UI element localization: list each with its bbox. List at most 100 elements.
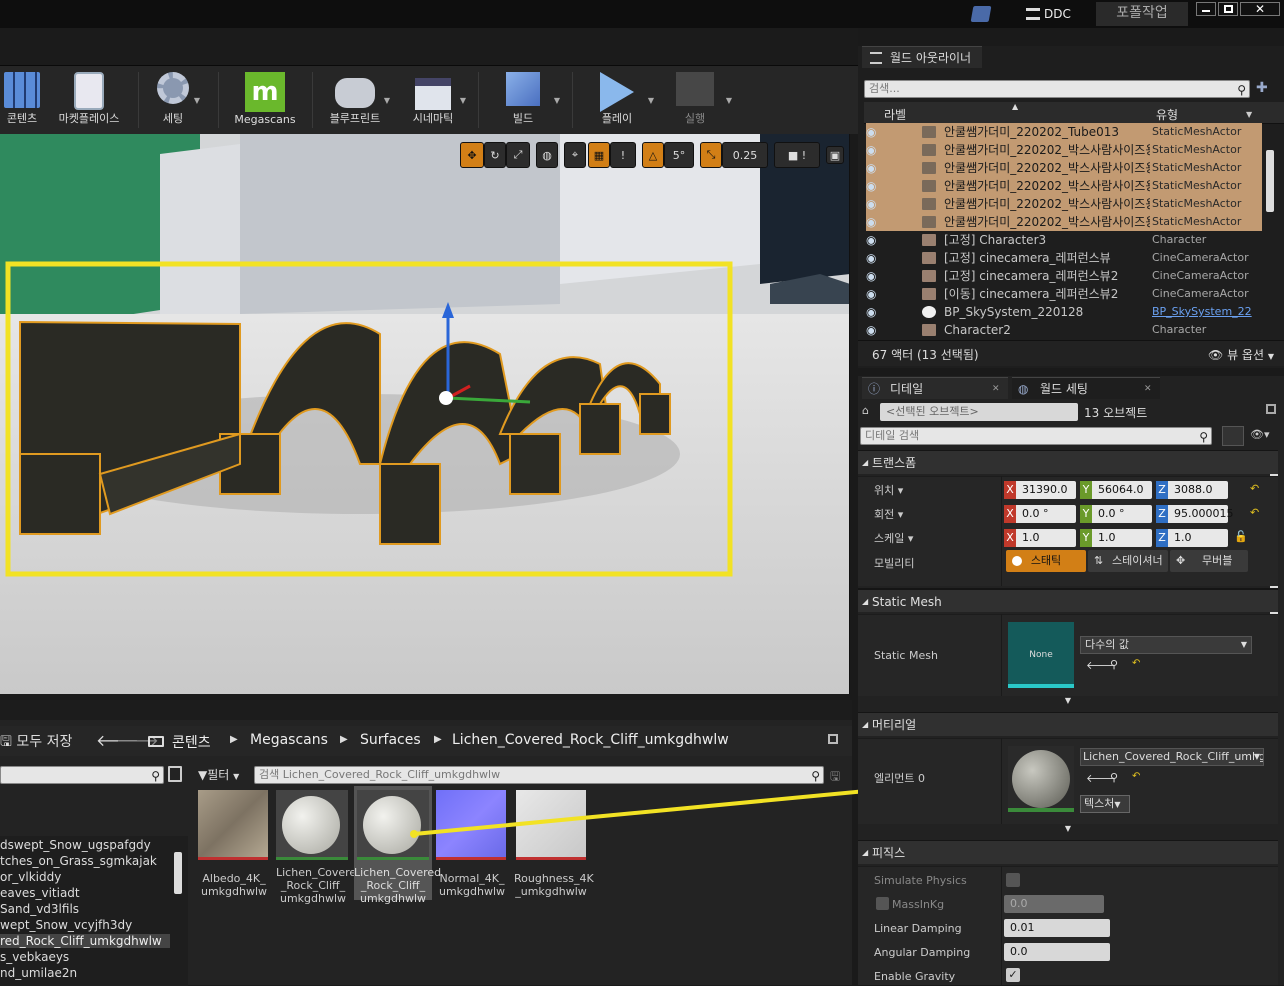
material-dropdown[interactable]: Lichen_Covered_Rock_Cliff_umkg ▼	[1080, 748, 1264, 766]
filter-button[interactable]: ▼필터 ▼	[198, 766, 239, 783]
tab-world-outliner[interactable]: 월드 아웃라이너	[862, 46, 982, 68]
toolbar-play-button[interactable]: 플레이 ▼	[582, 70, 654, 130]
outliner-row[interactable]: ◉ 안쿨쌤가더미_220202_박스사람사이즈용 StaticMeshActor	[866, 195, 1262, 213]
lock-scale-icon[interactable]: 🔓	[1234, 530, 1248, 543]
location-z-input[interactable]: Z 3088.0	[1156, 481, 1228, 499]
outliner-row[interactable]: ◉ [고정] Character3 Character	[866, 231, 1262, 249]
static-mesh-thumbnail[interactable]: None	[1008, 622, 1074, 688]
close-tab-icon[interactable]: ✕	[1144, 378, 1152, 400]
outliner-row[interactable]: ◉ [고정] cinecamera_레퍼런스뷰 CineCameraActor	[866, 249, 1262, 267]
toolbar-blueprint-button[interactable]: 블루프린트 ▼	[322, 70, 390, 130]
rotation-y-input[interactable]: Y 0.0 °	[1080, 505, 1152, 523]
rotation-snap-value[interactable]: 5°	[664, 142, 694, 168]
asset-tile[interactable]: Albedo_4K_ umkgdhwlw	[198, 790, 270, 900]
chevron-down-icon[interactable]: ▼	[194, 96, 200, 105]
folder-scrollbar[interactable]	[174, 852, 182, 894]
location-x-input[interactable]: X 31390.0	[1004, 481, 1076, 499]
chevron-down-icon[interactable]: ▼	[1246, 110, 1252, 119]
column-type-header[interactable]: 유형	[1156, 106, 1178, 123]
breadcrumb-item[interactable]: 콘텐츠	[172, 732, 211, 752]
mobility-static-button[interactable]: 스태틱	[1006, 550, 1086, 572]
browse-icon[interactable]: ⚲	[1110, 771, 1118, 784]
grid-snap-button[interactable]: ▦	[588, 142, 610, 168]
breadcrumb-item[interactable]: Surfaces	[360, 732, 421, 748]
visibility-eye-icon[interactable]: ◉	[866, 267, 880, 285]
visibility-eye-icon[interactable]: ◉	[866, 195, 880, 213]
simulate-physics-checkbox[interactable]	[1006, 873, 1020, 887]
chevron-down-icon[interactable]: ▼	[460, 96, 466, 105]
visibility-eye-icon[interactable]: ◉	[866, 123, 880, 141]
rotation-snap-button[interactable]: △	[642, 142, 664, 168]
breadcrumb-item[interactable]: Megascans	[250, 732, 328, 748]
enable-gravity-checkbox[interactable]: ✓	[1006, 968, 1020, 982]
visibility-eye-icon[interactable]: ◉	[866, 177, 880, 195]
world-local-button[interactable]: ◍	[536, 142, 558, 168]
visibility-eye-icon[interactable]: ◉	[866, 285, 880, 303]
grid-size-button[interactable]: !	[610, 142, 636, 168]
visibility-eye-icon[interactable]: ◉	[866, 303, 880, 321]
folder-item[interactable]: dswept_Snow_ugspafgdy	[0, 838, 151, 852]
chevron-down-icon[interactable]: ▼	[648, 96, 654, 105]
lock-icon[interactable]	[1266, 404, 1276, 414]
property-matrix-icon[interactable]	[1222, 426, 1244, 446]
scale-label[interactable]: 스케일 ▾	[874, 530, 913, 546]
angular-damping-input[interactable]: 0.0	[1004, 943, 1110, 961]
folder-search-input[interactable]: ⚲	[0, 766, 164, 784]
material-thumbnail[interactable]	[1008, 746, 1074, 812]
close-tab-icon[interactable]: ✕	[992, 378, 1000, 400]
reset-rotation-icon[interactable]: ↶	[1250, 506, 1259, 519]
scale-x-input[interactable]: X 1.0	[1004, 529, 1076, 547]
browse-icon[interactable]: ⚲	[1110, 658, 1118, 671]
rotation-z-input[interactable]: Z 95.000015	[1156, 505, 1234, 523]
toolbar-content-button[interactable]: 콘텐츠	[0, 70, 44, 130]
restore-button[interactable]	[1218, 2, 1238, 16]
reset-icon[interactable]: ↶	[1132, 771, 1140, 782]
rotation-x-input[interactable]: X 0.0 °	[1004, 505, 1076, 523]
scale-mode-button[interactable]: ⤢	[506, 142, 530, 168]
visibility-eye-icon[interactable]: ◉	[866, 231, 880, 249]
scale-y-input[interactable]: Y 1.0	[1080, 529, 1152, 547]
folder-item[interactable]: tches_on_Grass_sgmkajak	[0, 854, 157, 868]
close-button[interactable]: ✕	[1240, 2, 1280, 16]
eye-icon[interactable]: 👁▾	[1250, 428, 1270, 441]
scale-snap-value[interactable]: 0.25	[722, 142, 768, 168]
toolbar-build-button[interactable]: 빌드 ▼	[488, 70, 560, 130]
textures-dropdown-button[interactable]: 텍스처▼	[1080, 795, 1130, 813]
materials-section-header[interactable]: ◢ 머티리얼	[858, 712, 1278, 736]
folder-item-selected[interactable]: red_Rock_Cliff_umkgdhwlw	[0, 934, 170, 948]
static-mesh-dropdown[interactable]: 다수의 값 ▼	[1080, 636, 1252, 654]
outliner-scrollbar[interactable]	[1266, 150, 1274, 212]
source-control-icon[interactable]	[970, 6, 992, 22]
visibility-eye-icon[interactable]: ◉	[866, 159, 880, 177]
toolbar-marketplace-button[interactable]: 마켓플레이스	[50, 70, 128, 130]
mass-input[interactable]: 0.0	[1004, 895, 1104, 913]
asset-tile[interactable]: Lichen_Covered _Rock_Cliff_ umkgdhwlw	[276, 790, 363, 905]
outliner-row[interactable]: ◉ 안쿨쌤가더미_220202_박스사람사이즈용 StaticMeshActor	[866, 141, 1262, 159]
chevron-down-icon[interactable]: ▼	[384, 96, 390, 105]
add-actor-icon[interactable]: ✚	[1256, 80, 1268, 96]
outliner-row[interactable]: ◉ 안쿨쌤가더미_220202_박스사람사이즈용 StaticMeshActor	[866, 213, 1262, 231]
folder-item[interactable]: Sand_vd3lfils	[0, 902, 79, 916]
outliner-row[interactable]: ◉ 안쿨쌤가더미_220202_박스사람사이즈용 StaticMeshActor	[866, 177, 1262, 195]
folder-item[interactable]: or_vlkiddy	[0, 870, 61, 884]
breadcrumb-item[interactable]: Lichen_Covered_Rock_Cliff_umkgdhwlw	[452, 732, 729, 748]
visibility-eye-icon[interactable]: ◉	[866, 321, 880, 339]
folder-item[interactable]: eaves_vitiadt	[0, 886, 80, 900]
level-viewport[interactable]	[0, 134, 850, 694]
rotate-mode-button[interactable]: ↻	[484, 142, 506, 168]
chevron-down-icon[interactable]: ▼	[554, 96, 560, 105]
folder-item[interactable]: s_vebkaeys	[0, 950, 69, 964]
physics-section-header[interactable]: ◢ 피직스	[858, 840, 1278, 864]
folder-item[interactable]: nd_umilae2n	[0, 966, 77, 980]
toolbar-settings-button[interactable]: 세팅 ▼	[148, 70, 200, 130]
folder-item[interactable]: wept_Snow_vcyjfh3dy	[0, 918, 132, 932]
actor-type[interactable]: BP_SkySystem_22	[1152, 303, 1264, 321]
visibility-eye-icon[interactable]: ◉	[866, 213, 880, 231]
mobility-stationary-button[interactable]: ⇅ 스테이셔너	[1088, 550, 1168, 572]
outliner-search-input[interactable]: 검색... ⚲	[864, 80, 1250, 98]
visibility-eye-icon[interactable]: ◉	[866, 141, 880, 159]
outliner-row[interactable]: ◉ [고정] cinecamera_레퍼런스뷰2 CineCameraActor	[866, 267, 1262, 285]
linear-damping-input[interactable]: 0.01	[1004, 919, 1110, 937]
surface-snap-button[interactable]: ⌖	[564, 142, 586, 168]
view-options-button[interactable]: 👁 뷰 옵션 ▼	[1208, 346, 1274, 363]
